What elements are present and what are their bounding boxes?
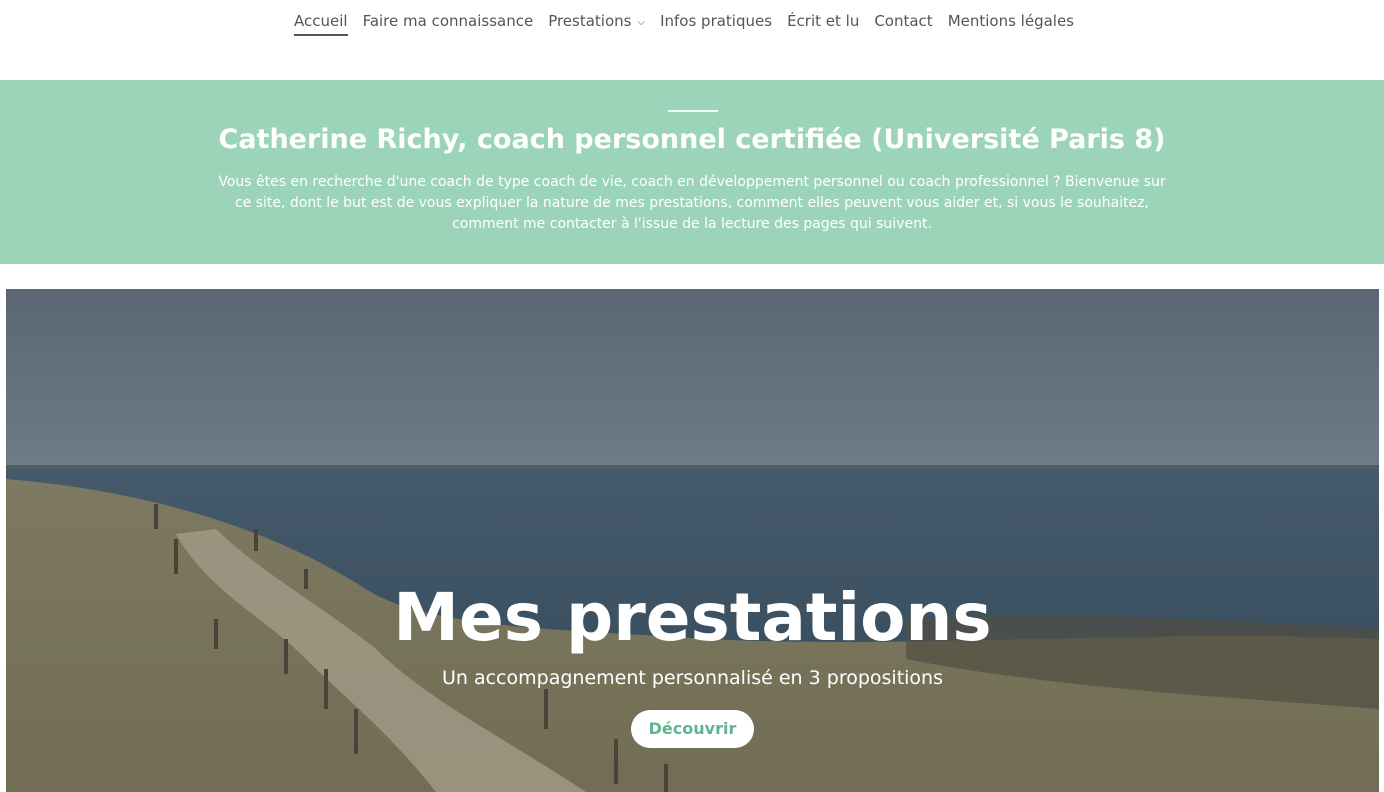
nav-item-prestations[interactable]: Prestations ⌵ bbox=[540, 12, 652, 36]
hero-title: Mes prestations bbox=[393, 579, 992, 656]
nav-item-accueil[interactable]: Accueil bbox=[294, 12, 355, 36]
nav-item-faire-ma-connaissance[interactable]: Faire ma connaissance bbox=[355, 12, 541, 36]
intro-band: Catherine Richy, coach personnel certifi… bbox=[0, 80, 1384, 264]
divider bbox=[668, 110, 718, 112]
nav-item-prestations-label: Prestations bbox=[548, 12, 632, 30]
nav-item-infos-pratiques[interactable]: Infos pratiques bbox=[652, 12, 779, 36]
chevron-down-icon: ⌵ bbox=[637, 17, 646, 28]
nav-list: Accueil Faire ma connaissance Prestation… bbox=[294, 12, 1081, 36]
hero-banner: Mes prestations Un accompagnement person… bbox=[6, 289, 1379, 792]
hero-subtitle: Un accompagnement personnalisé en 3 prop… bbox=[441, 667, 943, 689]
nav-item-contact[interactable]: Contact bbox=[866, 12, 939, 36]
main-nav: Accueil Faire ma connaissance Prestation… bbox=[0, 0, 1384, 80]
intro-title: Catherine Richy, coach personnel certifi… bbox=[218, 124, 1166, 155]
nav-item-ecrit-et-lu[interactable]: Écrit et lu bbox=[779, 12, 866, 36]
nav-item-mentions-legales[interactable]: Mentions légales bbox=[940, 12, 1081, 36]
intro-text: Vous êtes en recherche d'une coach de ty… bbox=[218, 174, 1166, 232]
decouvrir-button[interactable]: Découvrir bbox=[631, 710, 754, 748]
